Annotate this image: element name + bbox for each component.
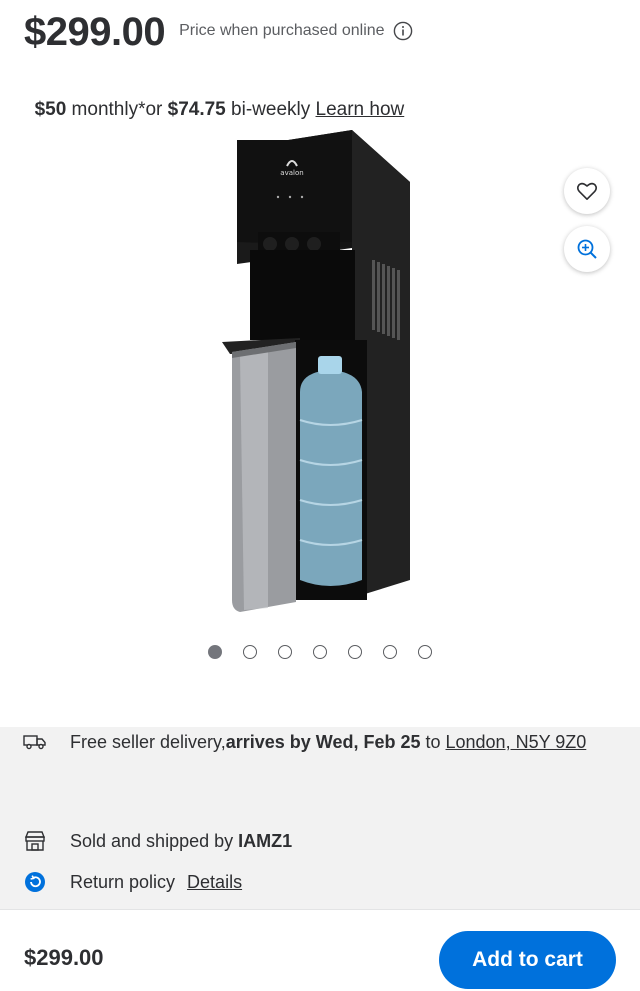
price-row: $299.00 Price when purchased online (24, 10, 413, 55)
carousel-dots (0, 645, 640, 659)
brand-logo: avalon (280, 169, 303, 177)
delivery-location-link[interactable]: London, N5Y 9Z0 (446, 732, 587, 753)
heart-icon (576, 182, 598, 200)
returns-details-link[interactable]: Details (187, 872, 242, 893)
returns-row: Return policy Details (22, 870, 242, 894)
product-price: $299.00 (24, 10, 166, 54)
carousel-dot[interactable] (278, 645, 292, 659)
carousel-dot[interactable] (418, 645, 432, 659)
return-icon (22, 870, 48, 894)
product-image-area[interactable]: avalon (0, 120, 640, 630)
seller-prefix: Sold and shipped by (70, 830, 239, 851)
bottom-bar: $299.00 Add to cart (0, 909, 640, 991)
zoom-button[interactable] (564, 226, 610, 272)
delivery-arrival: arrives by Wed, Feb 25 (225, 731, 421, 752)
carousel-dot[interactable] (383, 645, 397, 659)
financing-row: $50 monthly*or $74.75 bi-weekly Learn ho… (24, 77, 405, 121)
returns-label: Return policy (70, 871, 176, 892)
info-icon[interactable] (393, 21, 413, 41)
biweekly-amount: $74.75 (167, 99, 226, 120)
monthly-label: monthly*or (66, 99, 168, 120)
store-icon (22, 829, 48, 853)
favorite-button[interactable] (564, 168, 610, 214)
seller-name: IAMZ1 (238, 830, 293, 851)
learn-how-link[interactable]: Learn how (316, 99, 405, 120)
zoom-in-icon (577, 239, 597, 259)
delivery-row: Free seller delivery, arrives by Wed, Fe… (22, 730, 586, 754)
seller-row: Sold and shipped by IAMZ1 (22, 829, 292, 853)
carousel-dot[interactable] (313, 645, 327, 659)
monthly-amount: $50 (34, 99, 67, 120)
price-note: Price when purchased online (179, 21, 412, 41)
price-note-text: Price when purchased online (179, 22, 385, 39)
carousel-dot[interactable] (208, 645, 222, 659)
biweekly-label: bi-weekly (225, 99, 316, 120)
truck-icon (22, 730, 48, 754)
delivery-to: to (420, 731, 446, 752)
add-to-cart-button[interactable]: Add to cart (439, 931, 616, 989)
carousel-dot[interactable] (243, 645, 257, 659)
delivery-prefix: Free seller delivery, (70, 731, 226, 752)
bottom-price: $299.00 (24, 945, 104, 970)
product-image: avalon (222, 130, 410, 612)
carousel-dot[interactable] (348, 645, 362, 659)
